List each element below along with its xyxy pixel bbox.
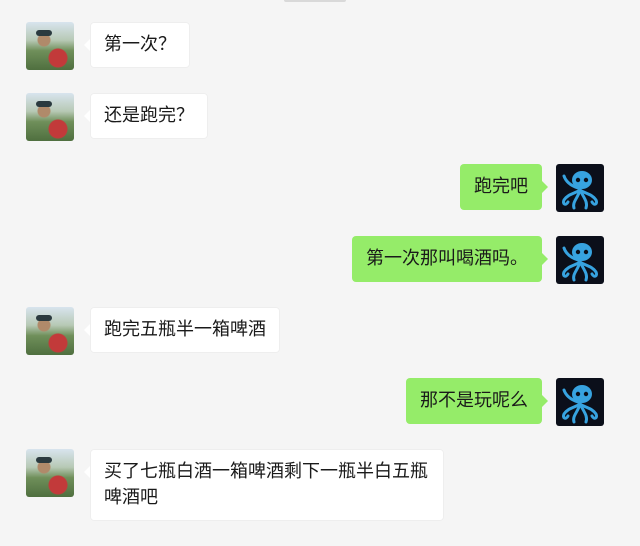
message-row: 跑完五瓶半一箱啤酒 <box>0 307 640 357</box>
message-text: 买了七瓶白酒一箱啤酒剩下一瓶半白五瓶啤酒吧 <box>104 461 428 508</box>
message-bubble-incoming[interactable]: 第一次？ <box>84 22 190 68</box>
message-bubble-incoming[interactable]: 跑完五瓶半一箱啤酒 <box>84 307 280 353</box>
message-bubble-outgoing[interactable]: 第一次那叫喝酒吗。 <box>352 236 548 282</box>
message-text: 跑完五瓶半一箱啤酒 <box>104 319 266 340</box>
message-bubble-outgoing[interactable]: 那不是玩呢么 <box>406 378 548 424</box>
message-row: 还是跑完？ <box>0 93 640 143</box>
message-row: 买了七瓶白酒一箱啤酒剩下一瓶半白五瓶啤酒吧 <box>0 449 640 529</box>
friend-avatar[interactable] <box>26 449 74 497</box>
message-bubble-incoming[interactable]: 还是跑完？ <box>84 93 208 139</box>
friend-avatar[interactable] <box>26 307 74 355</box>
friend-avatar[interactable] <box>26 93 74 141</box>
octopus-icon <box>562 171 598 210</box>
scroll-indicator <box>284 0 346 2</box>
message-row: 第一次那叫喝酒吗。 <box>0 236 640 286</box>
message-row: 第一次？ <box>0 22 640 72</box>
message-bubble-incoming[interactable]: 买了七瓶白酒一箱啤酒剩下一瓶半白五瓶啤酒吧 <box>84 449 444 521</box>
my-avatar[interactable] <box>556 164 604 212</box>
message-text: 第一次那叫喝酒吗。 <box>366 248 528 269</box>
message-row: 跑完吧 <box>0 164 640 214</box>
message-text: 那不是玩呢么 <box>420 390 528 411</box>
my-avatar[interactable] <box>556 378 604 426</box>
octopus-icon <box>562 243 598 282</box>
friend-avatar[interactable] <box>26 22 74 70</box>
message-text: 第一次？ <box>104 34 176 55</box>
message-text: 还是跑完？ <box>104 105 194 126</box>
message-text: 跑完吧 <box>474 176 528 197</box>
message-row: 那不是玩呢么 <box>0 378 640 428</box>
my-avatar[interactable] <box>556 236 604 284</box>
octopus-icon <box>562 385 598 424</box>
message-bubble-outgoing[interactable]: 跑完吧 <box>460 164 548 210</box>
